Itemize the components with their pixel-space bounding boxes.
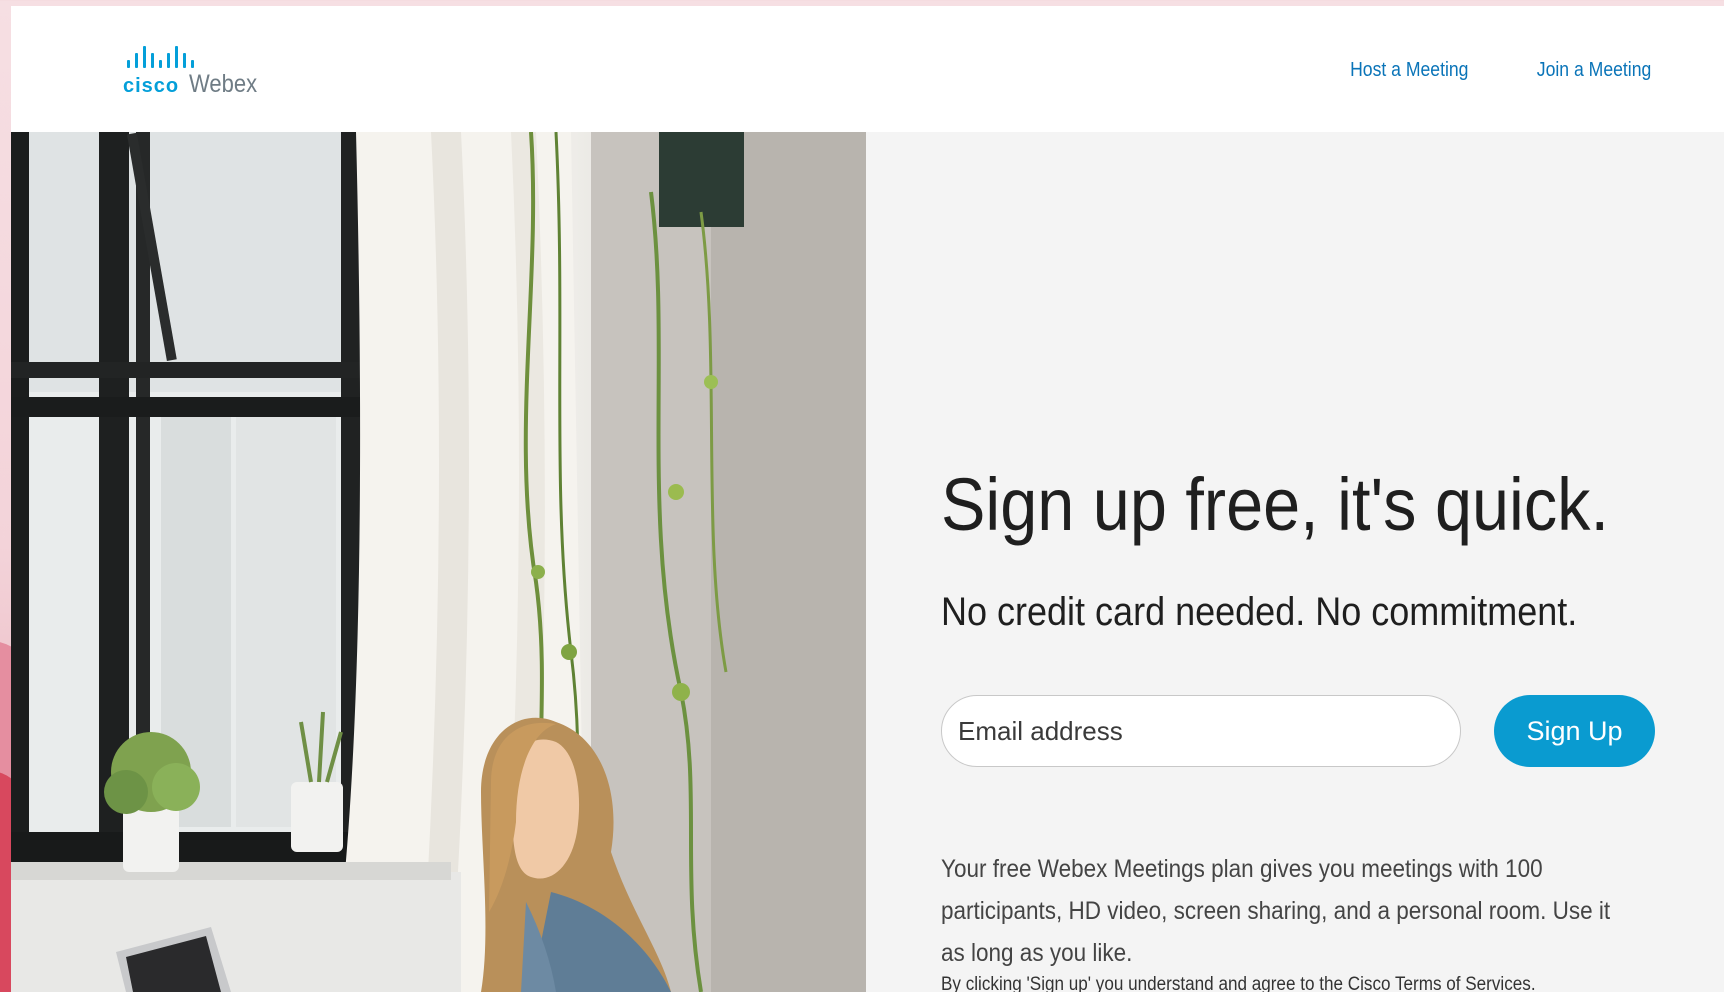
browser-page: cisco Webex Host a Meeting Join a Meetin… [11,6,1724,992]
signup-headline: Sign up free, it's quick. [941,463,1609,546]
signup-panel: Sign up free, it's quick. No credit card… [866,132,1724,992]
signup-subheadline: No credit card needed. No commitment. [941,590,1578,634]
terms-of-service-link[interactable]: Cisco Terms of Services [1348,974,1531,992]
email-input[interactable] [941,695,1461,767]
terms-prefix: By clicking 'Sign up' you understand and… [941,974,1348,992]
logo-product-text: Webex [189,70,258,98]
terms-notice: By clicking 'Sign up' you understand and… [941,974,1536,992]
site-header: cisco Webex Host a Meeting Join a Meetin… [11,6,1724,132]
join-meeting-link[interactable]: Join a Meeting [1537,59,1651,82]
cisco-webex-logo[interactable]: cisco Webex [123,46,267,99]
cisco-bars-icon [127,46,267,68]
hero-photo-illustration [11,132,866,992]
sign-up-button[interactable]: Sign Up [1494,695,1655,767]
terms-suffix: . [1530,974,1536,992]
host-meeting-link[interactable]: Host a Meeting [1350,59,1468,82]
top-nav: Host a Meeting Join a Meeting [1342,59,1659,82]
hero-photo [11,132,866,992]
logo-cisco-text: cisco [123,75,180,97]
plan-description: Your free Webex Meetings plan gives you … [941,855,1611,967]
